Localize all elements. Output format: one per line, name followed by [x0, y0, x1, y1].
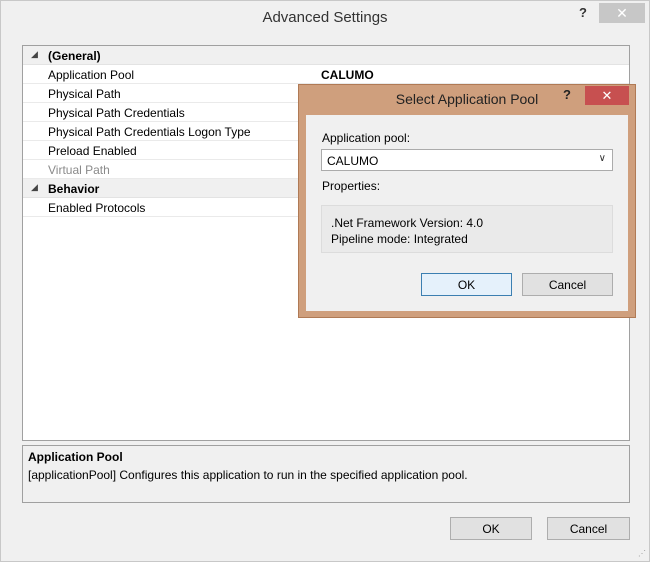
- property-value[interactable]: CALUMO: [321, 68, 374, 82]
- dialog-cancel-button[interactable]: Cancel: [522, 273, 613, 296]
- chevron-down-icon[interactable]: ∨: [599, 153, 606, 164]
- select-application-pool-dialog: Select Application Pool ? ✕ Application …: [298, 84, 636, 318]
- category-label: (General): [48, 49, 101, 63]
- property-name: Physical Path: [48, 87, 121, 101]
- help-icon[interactable]: ?: [573, 5, 593, 23]
- description-panel: Application Pool [applicationPool] Confi…: [22, 445, 630, 503]
- category-general[interactable]: ◢ (General): [23, 46, 629, 65]
- ok-button[interactable]: OK: [450, 517, 532, 540]
- title-bar: Advanced Settings ? ✕: [1, 1, 649, 33]
- property-name: Application Pool: [48, 68, 135, 82]
- pool-select[interactable]: CALUMO ∨: [321, 149, 613, 171]
- property-row-application-pool[interactable]: Application Pool CALUMO: [23, 65, 629, 84]
- property-name: Physical Path Credentials: [48, 106, 185, 120]
- properties-label: Properties:: [322, 179, 381, 193]
- window-title: Advanced Settings: [262, 9, 388, 26]
- dialog-help-icon[interactable]: ?: [563, 87, 571, 102]
- cancel-button[interactable]: Cancel: [547, 517, 630, 540]
- property-name: Preload Enabled: [48, 144, 137, 158]
- dialog-body: Application pool: CALUMO ∨ Properties: .…: [306, 115, 628, 311]
- description-text: [applicationPool] Configures this applic…: [28, 468, 468, 482]
- dialog-ok-button[interactable]: OK: [421, 273, 512, 296]
- collapse-icon[interactable]: ◢: [31, 49, 38, 60]
- properties-box: .Net Framework Version: 4.0 Pipeline mod…: [321, 205, 613, 253]
- resize-grip-icon[interactable]: ⋰: [638, 549, 646, 558]
- dialog-close-button[interactable]: ✕: [585, 86, 629, 105]
- description-title: Application Pool: [28, 450, 123, 464]
- category-label: Behavior: [48, 182, 100, 196]
- property-name: Physical Path Credentials Logon Type: [48, 125, 251, 139]
- property-name: Virtual Path: [48, 163, 110, 177]
- close-button[interactable]: ✕: [599, 3, 645, 23]
- collapse-icon[interactable]: ◢: [31, 182, 38, 193]
- pool-label: Application pool:: [322, 131, 411, 145]
- framework-version: .Net Framework Version: 4.0: [331, 216, 484, 230]
- pool-select-value: CALUMO: [327, 154, 379, 168]
- property-name: Enabled Protocols: [48, 201, 146, 215]
- pipeline-mode: Pipeline mode: Integrated: [331, 232, 468, 246]
